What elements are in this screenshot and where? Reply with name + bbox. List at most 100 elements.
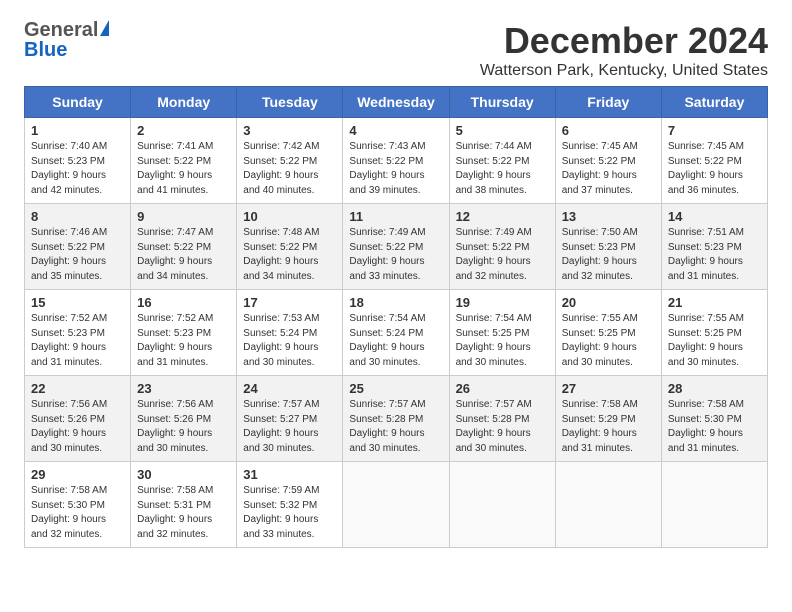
calendar-cell: 5 Sunrise: 7:44 AM Sunset: 5:22 PM Dayli… [449, 118, 555, 204]
calendar-day-header: Saturday [661, 87, 767, 118]
calendar-week-row: 8 Sunrise: 7:46 AM Sunset: 5:22 PM Dayli… [25, 204, 768, 290]
day-info: Sunrise: 7:58 AM Sunset: 5:30 PM Dayligh… [668, 399, 744, 454]
calendar-cell: 18 Sunrise: 7:54 AM Sunset: 5:24 PM Dayl… [343, 290, 449, 376]
day-number: 30 [137, 467, 230, 482]
day-number: 24 [243, 381, 336, 396]
calendar-week-row: 22 Sunrise: 7:56 AM Sunset: 5:26 PM Dayl… [25, 376, 768, 462]
day-info: Sunrise: 7:46 AM Sunset: 5:22 PM Dayligh… [31, 227, 107, 282]
day-info: Sunrise: 7:44 AM Sunset: 5:22 PM Dayligh… [456, 141, 532, 196]
day-number: 23 [137, 381, 230, 396]
day-number: 14 [668, 209, 761, 224]
day-info: Sunrise: 7:49 AM Sunset: 5:22 PM Dayligh… [349, 227, 425, 282]
day-info: Sunrise: 7:43 AM Sunset: 5:22 PM Dayligh… [349, 141, 425, 196]
day-info: Sunrise: 7:41 AM Sunset: 5:22 PM Dayligh… [137, 141, 213, 196]
day-number: 8 [31, 209, 124, 224]
calendar-cell: 29 Sunrise: 7:58 AM Sunset: 5:30 PM Dayl… [25, 462, 131, 548]
day-info: Sunrise: 7:56 AM Sunset: 5:26 PM Dayligh… [31, 399, 107, 454]
calendar-day-header: Thursday [449, 87, 555, 118]
calendar-cell: 20 Sunrise: 7:55 AM Sunset: 5:25 PM Dayl… [555, 290, 661, 376]
day-number: 27 [562, 381, 655, 396]
calendar-cell: 2 Sunrise: 7:41 AM Sunset: 5:22 PM Dayli… [131, 118, 237, 204]
calendar-cell: 13 Sunrise: 7:50 AM Sunset: 5:23 PM Dayl… [555, 204, 661, 290]
day-info: Sunrise: 7:40 AM Sunset: 5:23 PM Dayligh… [31, 141, 107, 196]
logo: General Blue [24, 20, 109, 60]
page-title: December 2024 [480, 20, 768, 62]
calendar-cell: 3 Sunrise: 7:42 AM Sunset: 5:22 PM Dayli… [237, 118, 343, 204]
calendar-day-header: Monday [131, 87, 237, 118]
day-number: 13 [562, 209, 655, 224]
title-area: December 2024 Watterson Park, Kentucky, … [480, 20, 768, 80]
logo-blue: Blue [24, 40, 67, 60]
header: General Blue December 2024 Watterson Par… [24, 20, 768, 80]
calendar-cell: 19 Sunrise: 7:54 AM Sunset: 5:25 PM Dayl… [449, 290, 555, 376]
day-number: 10 [243, 209, 336, 224]
day-info: Sunrise: 7:54 AM Sunset: 5:25 PM Dayligh… [456, 313, 532, 368]
calendar-day-header: Friday [555, 87, 661, 118]
calendar-cell: 31 Sunrise: 7:59 AM Sunset: 5:32 PM Dayl… [237, 462, 343, 548]
day-info: Sunrise: 7:56 AM Sunset: 5:26 PM Dayligh… [137, 399, 213, 454]
calendar-cell [449, 462, 555, 548]
day-number: 1 [31, 123, 124, 138]
calendar-cell: 21 Sunrise: 7:55 AM Sunset: 5:25 PM Dayl… [661, 290, 767, 376]
day-number: 7 [668, 123, 761, 138]
day-number: 17 [243, 295, 336, 310]
calendar-cell: 6 Sunrise: 7:45 AM Sunset: 5:22 PM Dayli… [555, 118, 661, 204]
calendar-cell: 12 Sunrise: 7:49 AM Sunset: 5:22 PM Dayl… [449, 204, 555, 290]
calendar-day-header: Tuesday [237, 87, 343, 118]
day-info: Sunrise: 7:58 AM Sunset: 5:29 PM Dayligh… [562, 399, 638, 454]
calendar-cell: 26 Sunrise: 7:57 AM Sunset: 5:28 PM Dayl… [449, 376, 555, 462]
day-info: Sunrise: 7:57 AM Sunset: 5:28 PM Dayligh… [349, 399, 425, 454]
day-info: Sunrise: 7:45 AM Sunset: 5:22 PM Dayligh… [562, 141, 638, 196]
day-info: Sunrise: 7:53 AM Sunset: 5:24 PM Dayligh… [243, 313, 319, 368]
day-info: Sunrise: 7:52 AM Sunset: 5:23 PM Dayligh… [137, 313, 213, 368]
calendar-cell: 23 Sunrise: 7:56 AM Sunset: 5:26 PM Dayl… [131, 376, 237, 462]
calendar-cell: 9 Sunrise: 7:47 AM Sunset: 5:22 PM Dayli… [131, 204, 237, 290]
calendar-week-row: 15 Sunrise: 7:52 AM Sunset: 5:23 PM Dayl… [25, 290, 768, 376]
calendar-cell: 27 Sunrise: 7:58 AM Sunset: 5:29 PM Dayl… [555, 376, 661, 462]
calendar-cell: 25 Sunrise: 7:57 AM Sunset: 5:28 PM Dayl… [343, 376, 449, 462]
day-info: Sunrise: 7:45 AM Sunset: 5:22 PM Dayligh… [668, 141, 744, 196]
calendar-week-row: 29 Sunrise: 7:58 AM Sunset: 5:30 PM Dayl… [25, 462, 768, 548]
day-info: Sunrise: 7:57 AM Sunset: 5:28 PM Dayligh… [456, 399, 532, 454]
calendar-header-row: SundayMondayTuesdayWednesdayThursdayFrid… [25, 87, 768, 118]
calendar-week-row: 1 Sunrise: 7:40 AM Sunset: 5:23 PM Dayli… [25, 118, 768, 204]
day-info: Sunrise: 7:42 AM Sunset: 5:22 PM Dayligh… [243, 141, 319, 196]
calendar-day-header: Wednesday [343, 87, 449, 118]
calendar-cell [555, 462, 661, 548]
day-info: Sunrise: 7:55 AM Sunset: 5:25 PM Dayligh… [562, 313, 638, 368]
day-info: Sunrise: 7:52 AM Sunset: 5:23 PM Dayligh… [31, 313, 107, 368]
day-number: 11 [349, 209, 442, 224]
logo-icon [100, 20, 109, 36]
day-number: 29 [31, 467, 124, 482]
day-number: 3 [243, 123, 336, 138]
day-number: 15 [31, 295, 124, 310]
day-number: 16 [137, 295, 230, 310]
day-info: Sunrise: 7:49 AM Sunset: 5:22 PM Dayligh… [456, 227, 532, 282]
day-number: 19 [456, 295, 549, 310]
calendar-cell: 1 Sunrise: 7:40 AM Sunset: 5:23 PM Dayli… [25, 118, 131, 204]
day-info: Sunrise: 7:58 AM Sunset: 5:31 PM Dayligh… [137, 485, 213, 540]
calendar-cell [343, 462, 449, 548]
day-number: 9 [137, 209, 230, 224]
day-number: 4 [349, 123, 442, 138]
calendar-cell: 7 Sunrise: 7:45 AM Sunset: 5:22 PM Dayli… [661, 118, 767, 204]
day-number: 6 [562, 123, 655, 138]
day-number: 26 [456, 381, 549, 396]
logo-general: General [24, 20, 98, 40]
day-info: Sunrise: 7:57 AM Sunset: 5:27 PM Dayligh… [243, 399, 319, 454]
calendar-day-header: Sunday [25, 87, 131, 118]
calendar-cell: 30 Sunrise: 7:58 AM Sunset: 5:31 PM Dayl… [131, 462, 237, 548]
calendar-cell: 4 Sunrise: 7:43 AM Sunset: 5:22 PM Dayli… [343, 118, 449, 204]
day-number: 21 [668, 295, 761, 310]
day-info: Sunrise: 7:47 AM Sunset: 5:22 PM Dayligh… [137, 227, 213, 282]
day-info: Sunrise: 7:59 AM Sunset: 5:32 PM Dayligh… [243, 485, 319, 540]
day-number: 31 [243, 467, 336, 482]
calendar-cell: 17 Sunrise: 7:53 AM Sunset: 5:24 PM Dayl… [237, 290, 343, 376]
calendar-cell: 8 Sunrise: 7:46 AM Sunset: 5:22 PM Dayli… [25, 204, 131, 290]
day-info: Sunrise: 7:54 AM Sunset: 5:24 PM Dayligh… [349, 313, 425, 368]
day-number: 25 [349, 381, 442, 396]
calendar-cell: 24 Sunrise: 7:57 AM Sunset: 5:27 PM Dayl… [237, 376, 343, 462]
day-info: Sunrise: 7:55 AM Sunset: 5:25 PM Dayligh… [668, 313, 744, 368]
calendar-cell [661, 462, 767, 548]
day-number: 22 [31, 381, 124, 396]
